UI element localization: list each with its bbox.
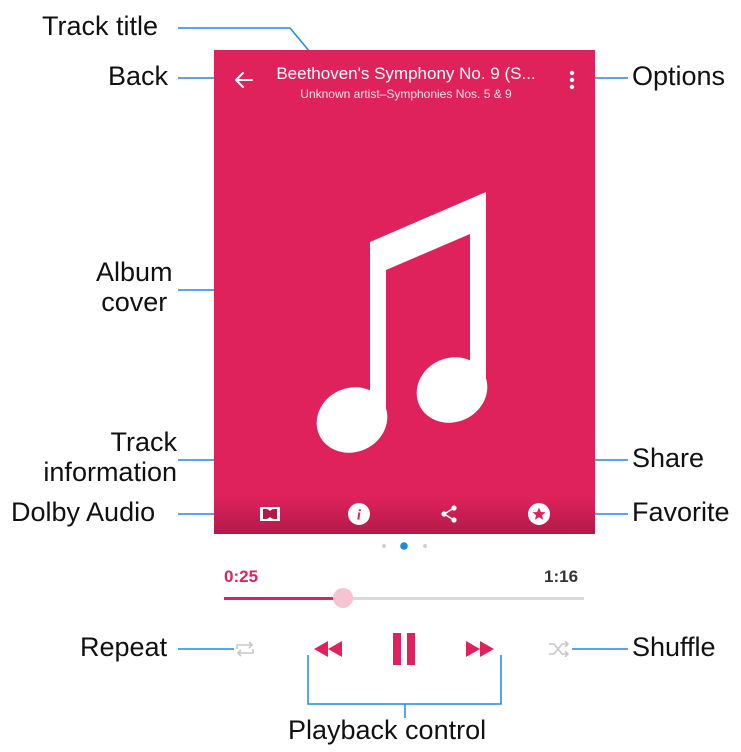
callout-back: Back [108, 61, 169, 91]
info-icon: i [348, 503, 370, 525]
callout-share: Share [632, 443, 705, 473]
back-button[interactable] [228, 64, 260, 96]
options-button[interactable] [558, 64, 586, 96]
pager-dot-active[interactable] [400, 542, 408, 550]
dolby-button[interactable] [256, 502, 284, 526]
shuffle-icon [549, 641, 570, 657]
star-icon [528, 503, 550, 525]
track-info-button[interactable]: i [346, 501, 372, 527]
callout-track-title: Track title [42, 11, 159, 41]
total-duration: 1:16 [544, 567, 579, 586]
music-note-icon [316, 192, 488, 453]
fast-forward-icon [466, 641, 494, 657]
track-subtitle: Unknown artist–Symphonies Nos. 5 & 9 [300, 87, 512, 101]
rewind-icon [314, 641, 342, 657]
favorite-button[interactable] [526, 501, 552, 527]
more-vert-icon [569, 70, 575, 90]
track-title: Beethoven's Symphony No. 9 (S... [276, 64, 536, 83]
rewind-button[interactable] [309, 636, 347, 662]
elapsed-time: 0:25 [224, 567, 259, 586]
share-button[interactable] [436, 501, 462, 527]
album-cover: Beethoven's Symphony No. 9 (S... Unknown… [214, 50, 595, 534]
repeat-icon [236, 641, 254, 657]
callout-album-cover: Album cover [96, 257, 173, 317]
callout-track-information: Track information [43, 427, 177, 487]
pager-dot[interactable] [382, 544, 386, 548]
dolby-icon [260, 507, 280, 521]
pager-dots [382, 542, 427, 550]
fast-forward-button[interactable] [461, 636, 499, 662]
seek-bar-thumb[interactable] [332, 588, 353, 608]
callout-options: Options [632, 61, 726, 91]
seek-bar[interactable] [224, 588, 584, 608]
pause-icon [393, 633, 415, 665]
callout-playback-control: Playback control [288, 715, 487, 745]
repeat-button[interactable] [230, 638, 260, 660]
callout-dolby-audio: Dolby Audio [11, 497, 156, 527]
callout-repeat: Repeat [80, 632, 168, 662]
shuffle-button[interactable] [544, 638, 574, 660]
callout-favorite: Favorite [632, 497, 730, 527]
pause-button[interactable] [388, 630, 420, 668]
seek-bar-progress [224, 597, 343, 600]
share-icon [441, 505, 457, 523]
arrow-left-icon [235, 72, 253, 88]
pager-dot[interactable] [423, 544, 427, 548]
callout-shuffle: Shuffle [632, 632, 716, 662]
